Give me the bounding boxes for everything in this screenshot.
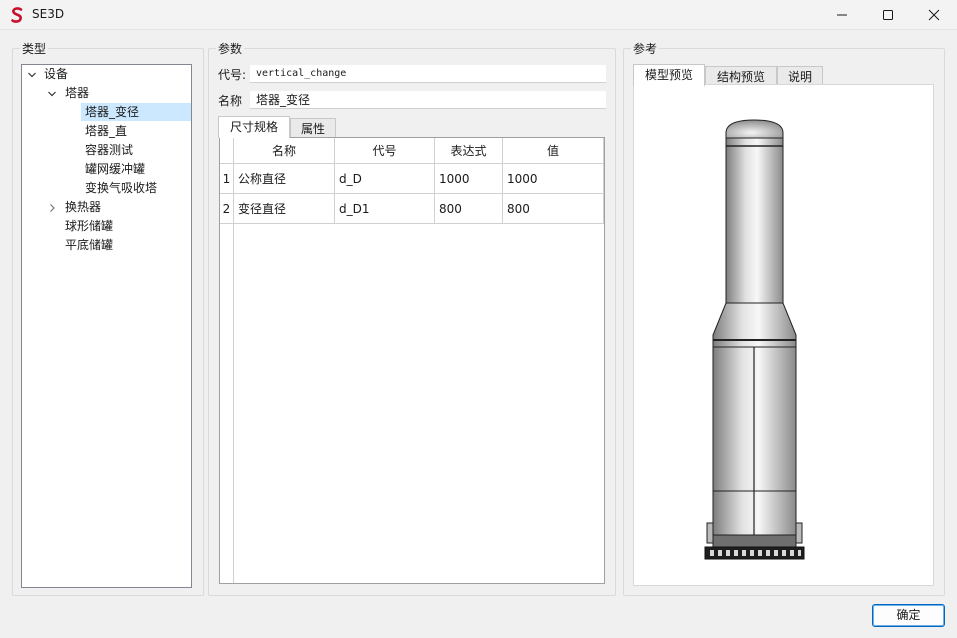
tower-lower-head: [712, 534, 797, 548]
maximize-icon: [883, 10, 893, 20]
code-label: 代号:: [218, 68, 247, 82]
tree-item-tower-variable[interactable]: 塔器_变径: [81, 103, 191, 121]
close-icon: [928, 9, 940, 21]
chevron-down-icon[interactable]: [27, 70, 37, 80]
tree-item-buffer-tank[interactable]: 罐网缓冲罐: [85, 160, 145, 178]
tab-attributes[interactable]: 属性: [290, 118, 336, 138]
table-cell-value[interactable]: 1000: [503, 164, 604, 194]
row-number[interactable]: 1: [220, 164, 234, 194]
params-group-label: 参数: [216, 40, 245, 57]
maximize-button[interactable]: [865, 0, 911, 30]
minimize-icon: [837, 14, 847, 16]
chevron-down-icon[interactable]: [47, 89, 57, 99]
window-title: SE3D: [32, 7, 65, 21]
title-bar: SE3D: [0, 0, 957, 30]
table-cell-code[interactable]: d_D1: [335, 194, 435, 224]
type-group-label: 类型: [20, 40, 49, 57]
table-cell-name[interactable]: 变径直径: [234, 194, 335, 224]
col-header-value[interactable]: 值: [503, 138, 604, 164]
tree-item-tower-straight[interactable]: 塔器_直: [85, 122, 127, 140]
model-preview-pane: [633, 84, 934, 586]
tower-model-preview[interactable]: [644, 95, 864, 573]
table-cell-name[interactable]: 公称直径: [234, 164, 335, 194]
se3d-logo-icon: [11, 7, 23, 23]
table-cell-expression[interactable]: 1000: [435, 164, 503, 194]
tab-dimensions[interactable]: 尺寸规格: [218, 116, 290, 138]
type-tree[interactable]: 设备 塔器 塔器_变径 塔器_直 容器测试 罐网缓冲罐 变换气吸收塔 换热器 球…: [21, 64, 192, 588]
col-header-name[interactable]: 名称: [234, 138, 335, 164]
name-input[interactable]: [250, 91, 606, 109]
tree-item-vessel-test[interactable]: 容器测试: [85, 141, 133, 159]
row-number[interactable]: 2: [220, 194, 234, 224]
tab-description[interactable]: 说明: [777, 66, 823, 86]
tab-model-preview[interactable]: 模型预览: [633, 64, 705, 86]
tower-top-head: [725, 119, 784, 139]
tower-upper-shell: [725, 137, 784, 304]
tree-item-heat-exchanger[interactable]: 换热器: [65, 198, 101, 216]
dimension-table[interactable]: 名称 代号 表达式 值 1 公称直径 d_D 1000 1000 2 变径直径 …: [219, 137, 605, 584]
tree-item-flat-bottom-tank[interactable]: 平底储罐: [65, 236, 113, 254]
close-button[interactable]: [911, 0, 957, 30]
reference-group-label: 参考: [631, 40, 660, 57]
col-header-expression[interactable]: 表达式: [435, 138, 503, 164]
minimize-button[interactable]: [819, 0, 865, 30]
tree-item-spherical-tank[interactable]: 球形储罐: [65, 217, 113, 235]
tree-item-equipment[interactable]: 设备: [44, 65, 68, 83]
row-number-gutter: [220, 224, 234, 583]
code-input[interactable]: [250, 65, 606, 83]
table-cell-expression[interactable]: 800: [435, 194, 503, 224]
col-header-code[interactable]: 代号: [335, 138, 435, 164]
chevron-right-icon[interactable]: [47, 203, 57, 213]
tree-item-absorption-tower[interactable]: 变换气吸收塔: [85, 179, 157, 197]
table-cell-code[interactable]: d_D: [335, 164, 435, 194]
table-corner: [220, 138, 234, 164]
tab-structure-preview[interactable]: 结构预览: [705, 66, 777, 86]
tree-item-tower[interactable]: 塔器: [65, 84, 89, 102]
name-label: 名称: [218, 94, 243, 108]
table-cell-value[interactable]: 800: [503, 194, 604, 224]
ok-button[interactable]: 确定: [872, 604, 945, 627]
